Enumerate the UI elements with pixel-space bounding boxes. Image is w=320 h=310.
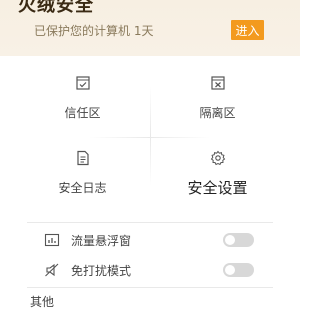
- security-settings-item[interactable]: 安全设置: [150, 137, 285, 212]
- do-not-disturb-label: 免打扰模式: [71, 264, 132, 278]
- grid-horizontal-divider: [90, 137, 210, 138]
- document-icon: [77, 150, 89, 166]
- security-settings-label: 安全设置: [187, 179, 248, 197]
- security-log-label: 安全日志: [58, 181, 107, 195]
- setting-row-traffic-float: 流量悬浮窗: [27, 225, 273, 255]
- toggle-knob: [225, 265, 235, 275]
- app-title: 火绒安全: [18, 0, 94, 16]
- quarantine-label: 隔离区: [199, 106, 236, 120]
- enter-button[interactable]: 进入: [231, 20, 264, 40]
- traffic-chart-icon: [44, 233, 60, 247]
- header-banner: 火绒安全 已保护您的计算机 1天 进入: [0, 0, 300, 56]
- quarantine-item[interactable]: 隔离区: [150, 62, 285, 137]
- security-log-item[interactable]: 安全日志: [15, 137, 150, 212]
- mute-icon: [45, 263, 59, 277]
- check-box-icon: [76, 76, 90, 90]
- do-not-disturb-toggle[interactable]: [223, 263, 254, 277]
- section-divider: [27, 287, 273, 288]
- section-divider: [27, 222, 273, 223]
- traffic-float-label: 流量悬浮窗: [71, 234, 132, 248]
- x-box-icon: [211, 76, 225, 90]
- setting-row-do-not-disturb: 免打扰模式: [27, 255, 273, 285]
- traffic-float-toggle[interactable]: [223, 233, 254, 247]
- trust-zone-item[interactable]: 信任区: [15, 62, 150, 137]
- protection-status-text: 已保护您的计算机 1天: [34, 24, 154, 38]
- trust-zone-label: 信任区: [64, 106, 101, 120]
- toggle-knob: [225, 235, 235, 245]
- grid-vertical-divider: [150, 86, 151, 186]
- bottom-partial-label[interactable]: 其他: [30, 293, 54, 310]
- gear-icon: [210, 150, 226, 166]
